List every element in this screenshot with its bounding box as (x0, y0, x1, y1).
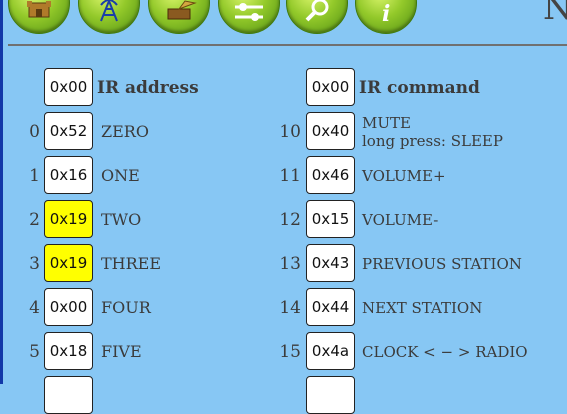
command-label: VOLUME+ (362, 167, 446, 185)
row-index: 13 (279, 254, 301, 274)
command-code-field[interactable]: 0x4a (306, 332, 355, 370)
castle-button[interactable] (8, 0, 70, 34)
page-title-fragment: N (543, 0, 567, 28)
key-label: ONE (101, 166, 140, 185)
info-button[interactable]: i (355, 0, 417, 34)
key-label: THREE (101, 254, 162, 273)
key-code-field[interactable]: 0x16 (44, 156, 93, 194)
key-code-field[interactable]: 0x52 (44, 112, 93, 150)
key-code-field[interactable]: 0x00 (44, 288, 93, 326)
row-index: 15 (279, 342, 301, 362)
settings-sliders-button[interactable] (218, 0, 280, 34)
command-code-field[interactable]: 0x15 (306, 200, 355, 238)
key-label: FOUR (101, 298, 151, 317)
key-label: ZERO (101, 122, 149, 141)
ir-address-field[interactable]: 0x00 (44, 68, 93, 106)
radio-tower-button[interactable] (78, 0, 140, 34)
row-index: 11 (279, 166, 301, 186)
row-index: 2 (29, 210, 40, 230)
command-code-field[interactable]: 0x43 (306, 244, 355, 282)
left-border (0, 0, 3, 384)
command-label: VOLUME- (362, 211, 439, 229)
command-code-field[interactable]: 0x44 (306, 288, 355, 326)
command-code-field[interactable]: 0x40 (306, 112, 355, 150)
key-label: TWO (101, 210, 142, 229)
row-index: 5 (29, 342, 40, 362)
row-index: 0 (29, 122, 40, 142)
ir-address-label: IR address (97, 78, 199, 98)
row-index: 3 (29, 254, 40, 274)
key-code-field-partial[interactable] (44, 376, 93, 414)
key-code-field[interactable]: 0x19 (44, 200, 93, 238)
key-label: FIVE (101, 342, 142, 361)
row-index: 10 (279, 122, 301, 142)
svg-text:i: i (382, 1, 390, 27)
magnifier-button[interactable] (286, 0, 348, 34)
command-code-field[interactable]: 0x46 (306, 156, 355, 194)
command-label: MUTE (362, 114, 411, 132)
command-label: NEXT STATION (362, 299, 483, 317)
toolbar: i N (0, 0, 567, 44)
command-label: CLOCK < − > RADIO (362, 343, 528, 361)
row-index: 14 (279, 298, 301, 318)
row-index: 1 (29, 166, 40, 186)
row-index: 4 (29, 298, 40, 318)
command-code-field-partial[interactable] (306, 376, 355, 414)
ir-command-label: IR command (359, 78, 480, 98)
key-code-field[interactable]: 0x18 (44, 332, 93, 370)
gramophone-button[interactable] (148, 0, 210, 34)
key-code-field[interactable]: 0x19 (44, 244, 93, 282)
row-index: 12 (279, 210, 301, 230)
command-sublabel: long press: SLEEP (362, 132, 503, 150)
ir-command-field[interactable]: 0x00 (306, 68, 355, 106)
command-label: PREVIOUS STATION (362, 255, 522, 273)
divider (8, 44, 567, 46)
